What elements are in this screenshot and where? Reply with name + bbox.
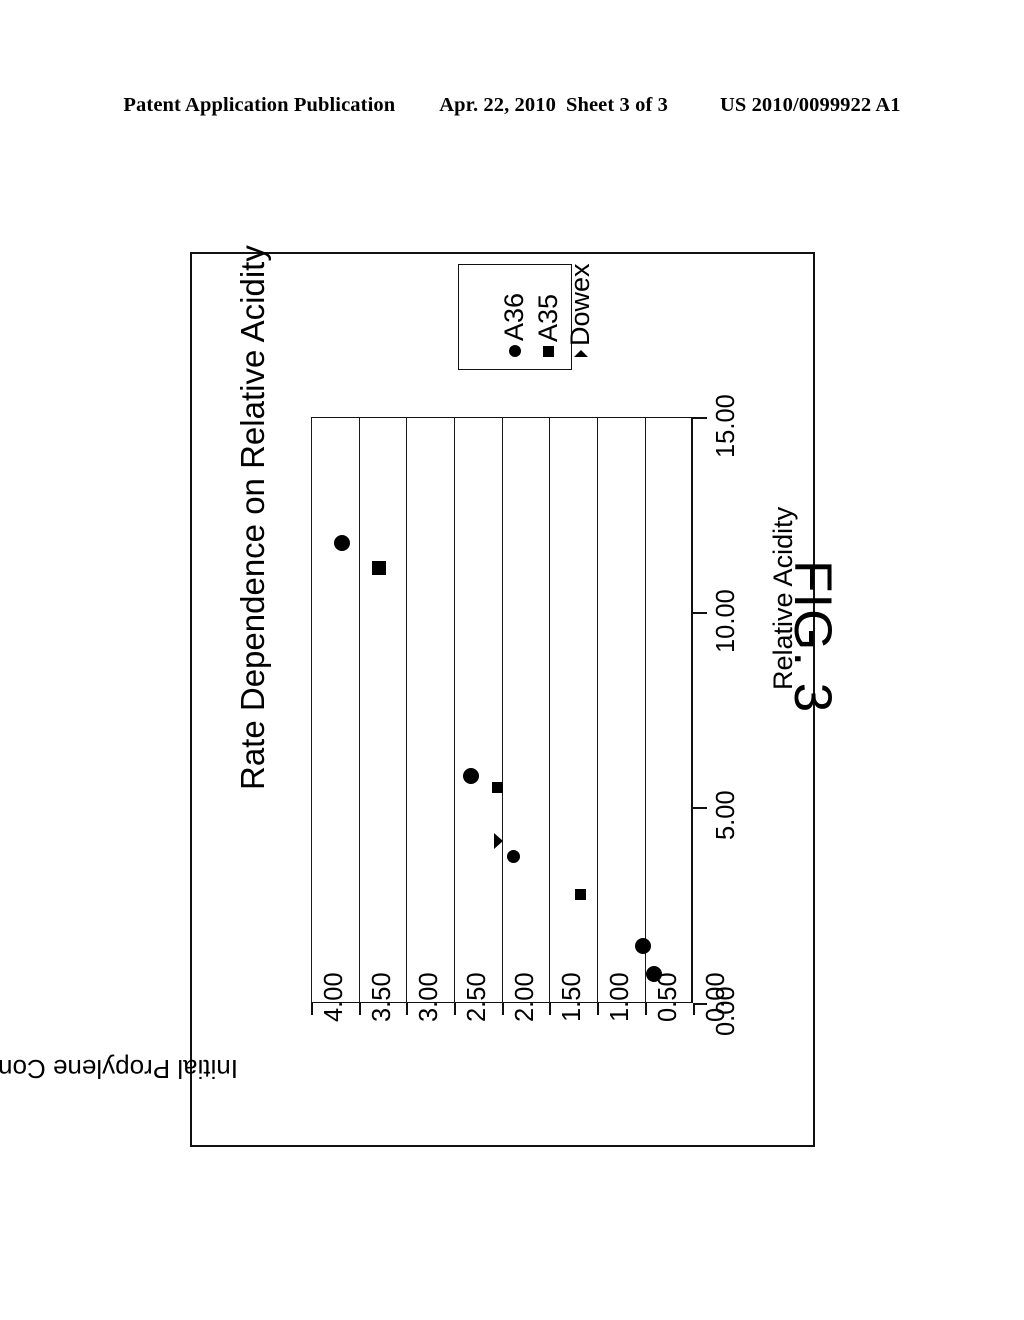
legend-item-a36: A36 xyxy=(499,292,529,357)
tick-rate-1-50 xyxy=(549,1003,551,1015)
chart-title: Rate Dependence on Relative Acidity xyxy=(234,245,271,790)
data-point-a36 xyxy=(646,966,662,982)
square-marker-icon xyxy=(543,346,554,357)
ylabel-3-50: 3.50 xyxy=(368,972,396,1022)
gridline-rate-2-00 xyxy=(502,417,504,1003)
data-point-a35 xyxy=(372,561,386,575)
x-axis-title: Relative Acidity xyxy=(768,506,798,690)
circle-marker-icon xyxy=(508,345,521,357)
gridline-rate-2-50 xyxy=(454,417,456,1003)
xlabel-10-00: 10.00 xyxy=(712,589,740,653)
tick-acidity-10-00 xyxy=(693,612,707,614)
ylabel-4-00: 4.00 xyxy=(320,972,348,1022)
tick-rate-4-00 xyxy=(311,1003,313,1015)
data-point-a36 xyxy=(463,768,479,784)
data-point-a35 xyxy=(575,889,586,900)
page-header: Patent Application Publication Apr. 22, … xyxy=(0,88,1024,122)
gridline-rate-3-00 xyxy=(406,417,408,1003)
header-document-number: US 2010/0099922 A1 xyxy=(719,93,901,116)
gridline-rate-4-00 xyxy=(311,417,313,1003)
ylabel-2-00: 2.00 xyxy=(511,972,539,1022)
triangle-marker-icon xyxy=(573,350,588,357)
ylabel-1-50: 1.50 xyxy=(558,972,586,1022)
gridline-rate-1-50 xyxy=(549,417,551,1003)
chart-legend: A36 A35 Dowex xyxy=(458,263,595,370)
tick-acidity-15-00 xyxy=(693,417,707,419)
legend-item-a35: A35 xyxy=(533,293,563,357)
gridline-rate-1-00 xyxy=(597,417,599,1003)
header-sheet-label: Sheet 3 of 3 xyxy=(565,93,668,116)
tick-rate-2-00 xyxy=(502,1003,504,1015)
ylabel-2-50: 2.50 xyxy=(463,972,491,1022)
gridline-rate-3-50 xyxy=(359,417,361,1003)
tick-rate-0-50 xyxy=(645,1003,647,1015)
xlabel-5-00: 5.00 xyxy=(712,790,740,840)
tick-rate-1-00 xyxy=(597,1003,599,1015)
data-point-dowex xyxy=(494,833,503,849)
ylabel-0-50: 0.50 xyxy=(654,972,682,1022)
tick-rate-3-50 xyxy=(359,1003,361,1015)
legend-item-dowex: Dowex xyxy=(565,263,595,357)
tick-acidity-5-00 xyxy=(693,807,707,809)
y-axis-title: Initial Propylene Consumption Rate [g / … xyxy=(0,1054,238,1084)
data-point-a36 xyxy=(507,850,520,863)
data-point-a36 xyxy=(334,535,350,551)
data-point-a35 xyxy=(492,782,503,793)
tick-rate-3-00 xyxy=(406,1003,408,1015)
legend-label-dowex: Dowex xyxy=(565,263,595,346)
gridline-rate-0-50 xyxy=(645,417,647,1003)
ylabel-3-00: 3.00 xyxy=(415,972,443,1022)
header-date-label: Apr. 22, 2010 xyxy=(439,93,556,116)
tick-rate-2-50 xyxy=(454,1003,456,1015)
legend-label-a36: A36 xyxy=(499,292,529,341)
header-publication-label: Patent Application Publication xyxy=(123,93,396,116)
tick-acidity-0-00 xyxy=(693,1003,707,1005)
legend-label-a35: A35 xyxy=(533,293,563,342)
data-point-a36 xyxy=(635,938,651,954)
xlabel-0-00: 0.00 xyxy=(712,986,740,1036)
xlabel-15-00: 15.00 xyxy=(712,394,740,458)
ylabel-1-00: 1.00 xyxy=(606,972,634,1022)
